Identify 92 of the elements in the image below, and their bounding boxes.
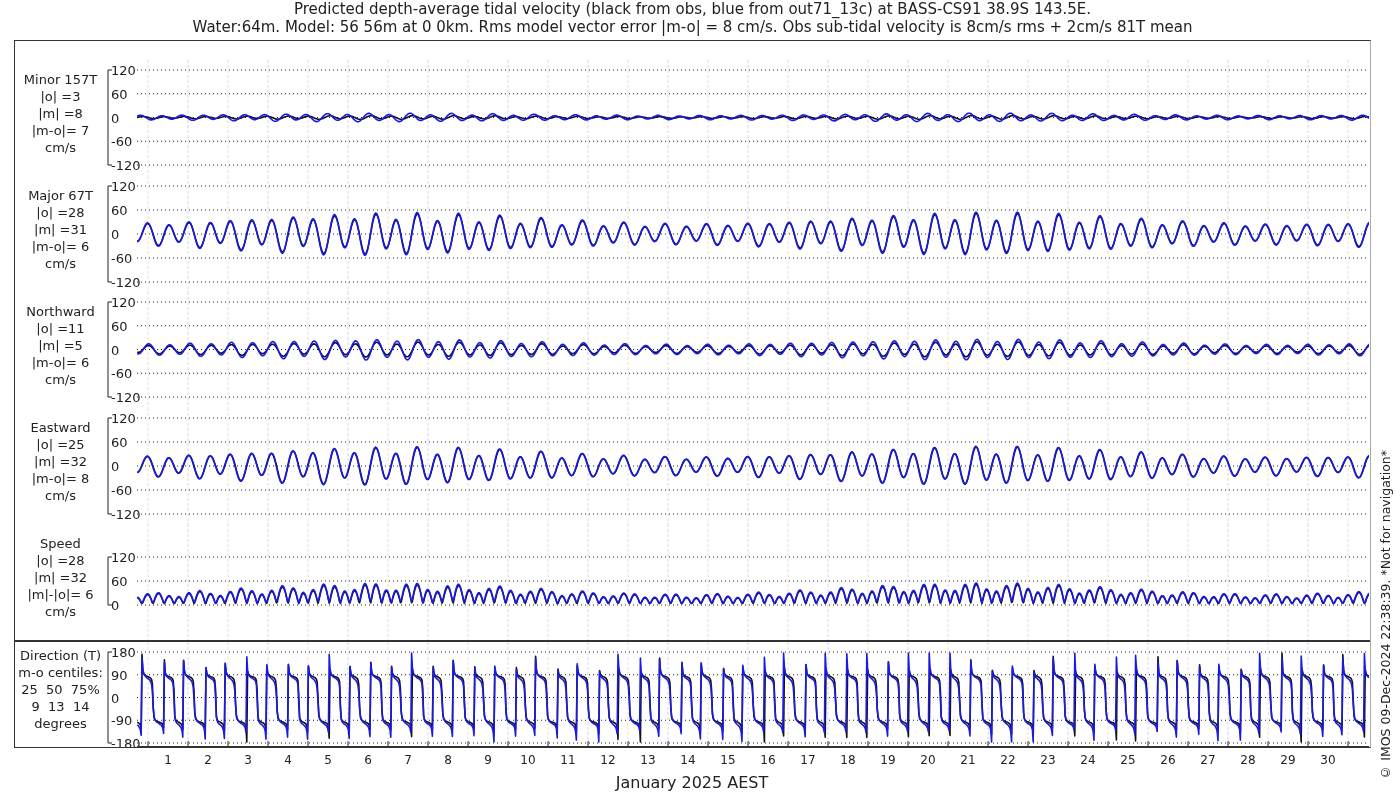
x-tick-label: 14 [680, 753, 696, 767]
panel-stat-text: |m-o|= 7 [31, 121, 90, 139]
panel-stat-text: Minor 157T [23, 70, 98, 88]
y-tick-label: -90 [111, 713, 133, 729]
panel-stat-text: cm/s [45, 254, 76, 272]
panel-stat-text: m-o centiles: [18, 664, 103, 681]
x-tick-label: 1 [164, 753, 172, 767]
panel-stat-text: |m-o|= 6 [31, 237, 90, 255]
x-tick-label: 7 [404, 753, 412, 767]
panel-stat-text: |o| =25 [36, 435, 85, 453]
chart-title: Water:64m. Model: 56 56m at 0 0km. Rms model vector error |m-o| = 8 cm/s. Obs sub-tidal velocity is 8cm/s rms + 2cm/s 81T mean [192, 18, 1193, 36]
panel-stat-text: 9 13 14 [31, 698, 90, 715]
y-tick-label: -120 [111, 158, 141, 173]
x-tick-label: 16 [760, 753, 776, 767]
x-tick-label: 21 [960, 753, 976, 767]
copyright-text: © IMOS 09-Dec-2024 22:38:39. *Not for navigation* [1378, 450, 1393, 780]
panel-stat-text: |o| =28 [36, 203, 85, 221]
panel-stat-text: |o| =3 [40, 87, 81, 105]
y-tick-label: 60 [111, 203, 128, 218]
panel-stat-text: cm/s [45, 602, 76, 620]
panel-stat-text: |m| =8 [38, 104, 83, 122]
y-tick-label: 60 [111, 318, 128, 334]
x-axis-title: January 2025 AEST [615, 773, 769, 792]
y-tick-label: -120 [111, 507, 141, 522]
y-tick-label: 120 [111, 63, 136, 78]
x-tick-label: 19 [880, 753, 896, 767]
panel-stat-text: Direction (T) [20, 647, 101, 664]
y-tick-label: 90 [111, 667, 128, 683]
y-tick-label: 60 [111, 435, 128, 450]
y-tick-label: 120 [111, 179, 136, 194]
panel-stat-text: |o| =28 [36, 551, 85, 569]
y-tick-label: 60 [111, 574, 128, 589]
panel-stat-text: cm/s [45, 370, 76, 388]
panel-stat-text: |m-o|= 8 [31, 469, 90, 487]
x-tick-label: 6 [364, 753, 372, 767]
y-tick-label: 120 [111, 550, 136, 565]
panel-stat-text: cm/s [45, 138, 76, 156]
y-tick-label: 180 [111, 645, 136, 660]
x-tick-label: 27 [1200, 753, 1216, 767]
x-tick-label: 22 [1000, 753, 1016, 767]
y-tick-label: 120 [111, 411, 136, 426]
y-tick-label: 120 [111, 295, 136, 310]
x-tick-label: 10 [520, 753, 536, 767]
panel-stat-text: Major 67T [28, 186, 93, 204]
panel-stat-text: |m-o|= 6 [31, 353, 90, 371]
panel-stat-text: Eastward [30, 418, 91, 436]
x-tick-label: 13 [640, 753, 656, 767]
y-tick-label: 0 [111, 110, 120, 126]
panel-stat-text: Speed [40, 534, 81, 552]
x-tick-label: 18 [840, 753, 856, 767]
panel-stat-text: cm/s [45, 486, 76, 504]
y-tick-label: 0 [111, 227, 120, 242]
panel-stat-text: |m| =5 [38, 336, 83, 354]
chart-title: Predicted depth-average tidal velocity (black from obs, blue from out71_13c) at BASS-CS91 38.9S 143.5E. [293, 0, 1092, 18]
x-tick-label: 23 [1040, 753, 1056, 767]
x-tick-label: 2 [204, 753, 212, 767]
y-tick-label: 0 [111, 690, 120, 706]
x-tick-label: 24 [1080, 753, 1096, 767]
panel-stat-text: |m| =31 [34, 220, 87, 238]
x-tick-label: 5 [324, 753, 332, 767]
x-tick-label: 28 [1240, 753, 1256, 767]
x-tick-label: 3 [244, 753, 252, 767]
x-tick-label: 30 [1320, 753, 1336, 767]
y-tick-label: 0 [111, 342, 120, 358]
panel-stat-text: 25 50 75% [21, 681, 100, 698]
x-tick-label: 11 [560, 753, 576, 767]
panel-stat-text: |m|-|o|= 6 [27, 585, 94, 603]
y-tick-label: -60 [111, 134, 133, 150]
y-tick-label: 60 [111, 86, 128, 102]
y-tick-label: -60 [111, 483, 133, 498]
panel-stat-text: degrees [34, 715, 87, 732]
panel-stat-text: |m| =32 [34, 452, 87, 470]
x-tick-label: 17 [800, 753, 816, 767]
panel-stat-text: |o| =11 [36, 319, 85, 337]
x-tick-label: 8 [444, 753, 452, 767]
x-tick-label: 25 [1120, 753, 1136, 767]
y-tick-label: -120 [111, 275, 141, 290]
x-tick-label: 26 [1160, 753, 1176, 767]
x-tick-label: 9 [484, 753, 492, 767]
y-tick-label: -120 [111, 390, 141, 405]
x-tick-label: 20 [920, 753, 936, 767]
x-tick-label: 12 [600, 753, 616, 767]
y-tick-label: 0 [111, 598, 120, 613]
panel-stat-text: Northward [26, 302, 95, 320]
x-tick-label: 4 [284, 753, 292, 767]
panel-stat-text: |m| =32 [34, 568, 87, 586]
y-tick-label: -60 [111, 251, 133, 266]
y-tick-label: 0 [111, 459, 120, 474]
y-axis-line [107, 556, 113, 606]
y-tick-label: -60 [111, 366, 133, 382]
x-tick-label: 15 [720, 753, 736, 767]
x-tick-label: 29 [1280, 753, 1296, 767]
